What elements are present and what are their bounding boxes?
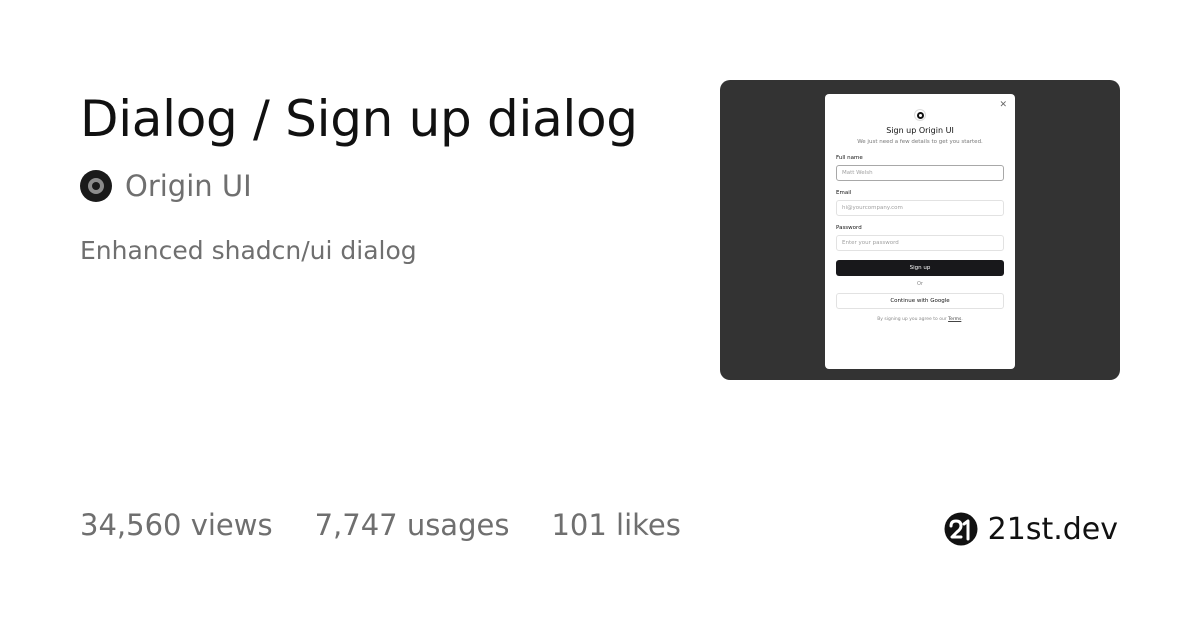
usages-count: 7,747 usages	[314, 508, 510, 542]
author-avatar-icon	[80, 170, 112, 202]
password-field[interactable]: Enter your password	[836, 235, 1004, 251]
brand-logo-icon	[944, 512, 978, 546]
author-name[interactable]: Origin UI	[125, 169, 252, 203]
likes-count: 101 likes	[551, 508, 681, 542]
close-icon[interactable]: ✕	[999, 100, 1007, 110]
stats: 34,560 views 7,747 usages 101 likes	[80, 508, 723, 542]
component-description: Enhanced shadcn/ui dialog	[80, 236, 417, 265]
terms-link[interactable]: Terms	[948, 317, 961, 322]
password-label: Password	[836, 225, 862, 231]
or-divider: Or	[917, 281, 923, 287]
full-name-field[interactable]: Matt Welsh	[836, 165, 1004, 181]
continue-with-google-button[interactable]: Continue with Google	[836, 293, 1004, 309]
dialog-title: Sign up Origin UI	[886, 126, 954, 135]
author[interactable]: Origin UI	[80, 168, 252, 204]
signup-dialog: ✕ Sign up Origin UI We just need a few d…	[825, 94, 1015, 369]
brand[interactable]: 21st.dev	[944, 508, 1118, 550]
component-preview: ✕ Sign up Origin UI We just need a few d…	[720, 80, 1120, 380]
dialog-subtitle: We just need a few details to get you st…	[857, 139, 983, 145]
terms-notice: By signing up you agree to our Terms.	[836, 317, 1004, 323]
sign-up-button[interactable]: Sign up	[836, 260, 1004, 276]
og-card: Dialog / Sign up dialog Origin UI Enhanc…	[0, 0, 1200, 630]
terms-prefix: By signing up you agree to our	[877, 317, 949, 322]
component-title: Dialog / Sign up dialog	[80, 90, 638, 148]
email-field[interactable]: hi@yourcompany.com	[836, 200, 1004, 216]
terms-suffix: .	[961, 317, 963, 322]
views-count: 34,560 views	[80, 508, 273, 542]
brand-name[interactable]: 21st.dev	[988, 512, 1118, 547]
origin-logo-icon	[914, 109, 926, 121]
full-name-label: Full name	[836, 155, 863, 161]
email-label: Email	[836, 190, 852, 196]
